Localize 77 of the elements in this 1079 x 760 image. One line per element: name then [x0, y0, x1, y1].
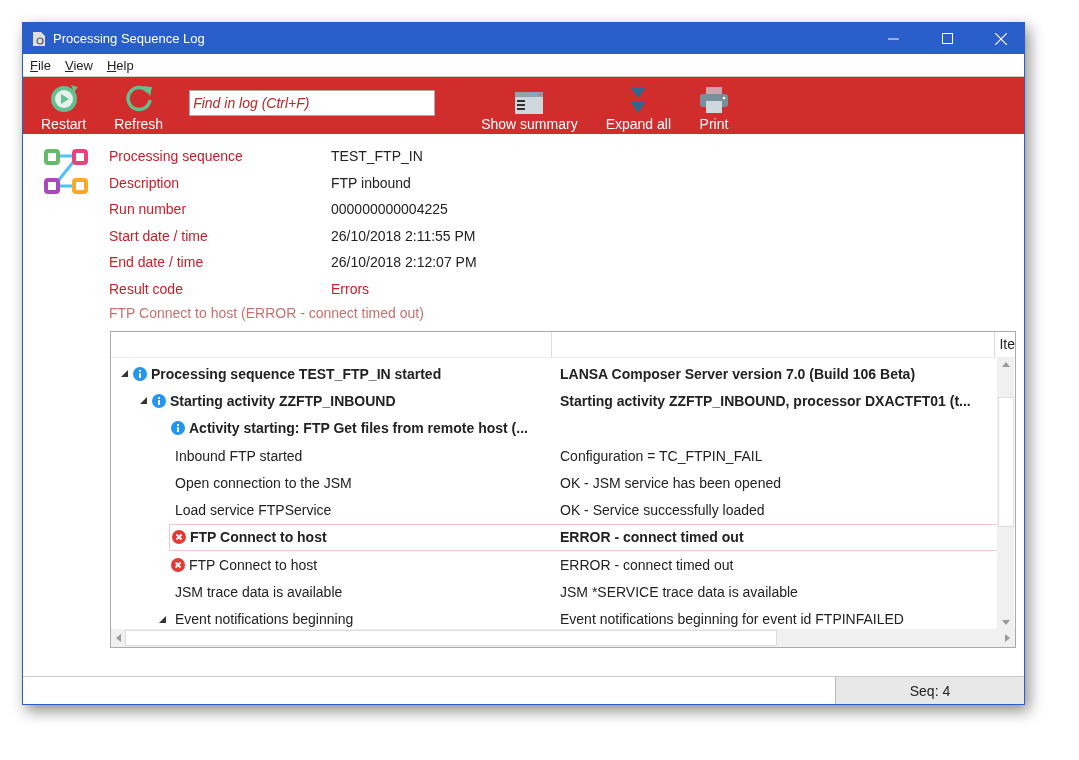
row-text: JSM trace data is available: [175, 584, 343, 600]
field-value: 26/10/2018 2:12:07 PM: [331, 254, 477, 270]
error-icon: [171, 557, 185, 572]
info-icon: [171, 421, 185, 436]
menu-item[interactable]: Help: [106, 57, 134, 73]
toolbar-button[interactable]: Print: [685, 80, 743, 132]
log-row[interactable]: Processing sequence TEST_FTP_IN started LANSA Composer Server version 7.0 (Build 106 Beta): [111, 360, 997, 388]
row-detail: OK - Service successfully loaded: [560, 502, 765, 519]
vertical-scrollbar[interactable]: [997, 358, 1014, 629]
field-label: Run number: [109, 201, 188, 217]
log-row[interactable]: JSM trace data is available JSM *SERVICE trace data is available: [111, 578, 997, 606]
window-title: Processing Sequence Log: [53, 31, 206, 46]
field-value: TEST_FTP_IN: [331, 148, 424, 164]
row-text: Inbound FTP started: [175, 447, 303, 464]
error-message: FTP Connect to host (ERROR - connect timed out): [109, 305, 425, 321]
row-text: FTP Connect to host: [190, 529, 327, 546]
log-row[interactable]: Activity starting: FTP Get files from remote host (...: [111, 414, 997, 442]
window-icon: [515, 90, 544, 114]
column-header[interactable]: Ite: [995, 332, 1015, 357]
row-detail: JSM *SERVICE trace data is available: [560, 584, 798, 600]
search-field[interactable]: Find in log (Ctrl+F): [189, 90, 436, 116]
log-row[interactable]: Event notifications beginning Event notifications beginning for event id FTPINFAILED: [111, 605, 997, 629]
expand-arrow-icon[interactable]: [139, 397, 147, 405]
row-text: Event notifications beginning: [175, 611, 354, 628]
field-label: Processing sequence: [109, 148, 244, 164]
printer-icon: [699, 86, 729, 114]
log-row[interactable]: Inbound FTP started Configuration = TC_FTPIN_FAIL: [111, 441, 997, 470]
row-text: FTP Connect to host: [189, 556, 318, 573]
scroll-up-icon[interactable]: [1001, 362, 1010, 367]
log-row[interactable]: FTP Connect to host ERROR - connect timed out: [111, 523, 997, 552]
menu-item[interactable]: View: [64, 57, 93, 73]
scroll-right-icon[interactable]: [1005, 634, 1010, 642]
scroll-down-icon[interactable]: [1001, 620, 1010, 625]
log-row[interactable]: Open connection to the JSM OK - JSM service has been opened: [111, 469, 997, 497]
row-text: Activity starting: FTP Get files from remote host (...: [189, 420, 528, 437]
toolbar-button[interactable]: Restart: [27, 80, 101, 132]
log-row[interactable]: Starting activity ZZFTP_INBOUND Starting activity ZZFTP_INBOUND, processor DXACTFT01 (t...: [111, 387, 997, 415]
row-text: Starting activity ZZFTP_INBOUND: [170, 392, 396, 409]
refresh-icon: [123, 84, 154, 114]
row-text: Load service FTPService: [175, 502, 332, 519]
field-value: 26/10/2018 2:11:55 PM: [331, 227, 477, 244]
row-detail: LANSA Composer Server version 7.0 (Build 106 Beta): [560, 365, 916, 382]
scroll-left-icon[interactable]: [116, 634, 121, 642]
sequence-status: Seq: 4: [835, 677, 1024, 704]
error-icon: [172, 530, 186, 545]
field-label: Description: [109, 174, 181, 191]
sequence-icon: [43, 148, 89, 194]
close-icon[interactable]: [995, 32, 1007, 45]
row-detail: Event notifications beginning for event id FTPINFAILED: [560, 611, 904, 628]
row-detail: OK - JSM service has been opened: [560, 474, 781, 491]
row-detail: Starting activity ZZFTP_INBOUND, processor DXACTFT01 (t...: [560, 392, 971, 409]
horizontal-scrollbar[interactable]: [111, 629, 1015, 647]
double-chevron-icon: [628, 86, 649, 114]
field-value: FTP inbound: [331, 174, 412, 191]
maximize-icon[interactable]: [941, 33, 953, 44]
menu-item[interactable]: File: [30, 57, 51, 73]
log-row[interactable]: Load service FTPService OK - Service successfully loaded: [111, 496, 997, 524]
toolbar-button[interactable]: Refresh: [100, 80, 178, 132]
toolbar-button[interactable]: Show summary: [467, 80, 592, 132]
row-detail: ERROR - connect timed out: [560, 556, 734, 573]
log-row[interactable]: FTP Connect to host ERROR - connect timed out: [111, 551, 997, 579]
app-icon: [33, 31, 45, 46]
field-label: Result code: [109, 280, 184, 297]
expand-arrow-icon[interactable]: [158, 615, 166, 623]
field-label: End date / time: [109, 254, 205, 270]
row-detail: ERROR - connect timed out: [560, 529, 744, 546]
row-text: Processing sequence TEST_FTP_IN started: [151, 365, 442, 382]
field-value: 000000000004225: [331, 201, 449, 217]
info-icon: [133, 366, 147, 381]
play-icon: [48, 84, 79, 114]
info-icon: [152, 393, 166, 408]
field-value: Errors: [331, 280, 371, 297]
toolbar-button[interactable]: Expand all: [591, 80, 685, 132]
row-text: Open connection to the JSM: [175, 474, 352, 491]
row-detail: Configuration = TC_FTPIN_FAIL: [560, 447, 763, 464]
expand-arrow-icon[interactable]: [120, 370, 128, 378]
field-label: Start date / time: [109, 227, 209, 244]
